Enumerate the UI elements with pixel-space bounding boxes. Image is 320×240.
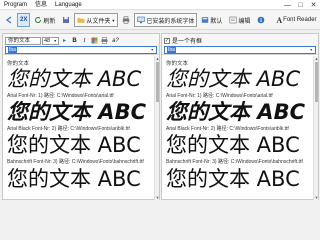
bold-button[interactable]: B	[70, 36, 79, 45]
left-filter-select[interactable]: Iba ▼	[5, 46, 157, 54]
installed-fonts-label: 已安装的系统字体	[146, 18, 195, 25]
print-button[interactable]	[119, 13, 133, 27]
scroll-up-icon[interactable]: ▲	[155, 56, 160, 61]
color-palette-icon	[91, 37, 98, 44]
right-pane-header: ✓ 是一个有框 Iba ▼	[162, 34, 318, 55]
arrow-icon[interactable]: ▸	[60, 36, 69, 45]
sample-preview-3[interactable]: 您的文本 ABC	[7, 134, 141, 156]
menu-info[interactable]: 信息	[31, 0, 51, 10]
right-sample-list: 你的文本 您的文本 ABC Arial Font-Nr: 1) 路径: C:\W…	[162, 56, 318, 200]
chevron-down-icon: ▼	[309, 48, 313, 52]
zoom-2x-button[interactable]: 2X	[17, 13, 31, 27]
scroll-down-icon[interactable]: ▼	[314, 195, 319, 200]
sample-path-3: Bahnschrift Font-Nr: 3) 路径: C:\Windows\F…	[7, 159, 144, 165]
edit-icon	[229, 16, 237, 24]
chevron-down-icon: ▼	[150, 48, 154, 52]
installed-fonts-button[interactable]: 已安装的系统字体	[134, 13, 198, 27]
framed-checkbox-label: 是一个有框	[172, 39, 203, 45]
refresh-label: 刷新	[43, 18, 56, 25]
left-filter-value: Iba	[8, 47, 17, 53]
font-size-select[interactable]: 48 ▼	[42, 36, 59, 45]
menu-program[interactable]: Program	[0, 0, 31, 10]
from-folder-button[interactable]: 从文件夹 ▼	[74, 13, 119, 27]
menu-language[interactable]: Language	[51, 0, 86, 10]
font-size-value: 48	[44, 37, 51, 44]
printer-icon	[123, 16, 130, 24]
left-sample-list: 你的文本 您的文本 ABC Arial Font-Nr: 1) 路径: C:\W…	[3, 56, 159, 200]
checkmark-icon: ✓	[164, 37, 170, 44]
close-button[interactable]: ✕	[307, 0, 320, 10]
install-label: 默认	[210, 18, 223, 25]
edit-button[interactable]: 编辑	[226, 13, 253, 27]
right-filter-value: Iba	[167, 47, 176, 53]
install-icon	[202, 17, 209, 23]
arrow-left-icon	[5, 16, 12, 24]
back-button[interactable]	[2, 13, 16, 27]
sample-path-1: Arial Font-Nr: 1) 路径: C:\Windows\Fonts\a…	[166, 93, 273, 99]
sample-heading: 你的文本	[7, 61, 30, 67]
scroll-thumb[interactable]	[315, 62, 318, 102]
scroll-thumb[interactable]	[156, 62, 159, 102]
printer-icon	[101, 37, 108, 44]
left-font-pane: 你的文本 48 ▼ ▸ B I a? Iba ▼ 你的文本 您的文本 ABC A…	[2, 33, 160, 200]
maximize-button[interactable]: □	[294, 0, 307, 10]
sample-preview-3[interactable]: 您的文本 ABC	[166, 134, 300, 156]
sample-path-2: Arial Black Font-Nr: 2) 路径: C:\Windows\F…	[7, 126, 130, 132]
chevron-down-icon: ▼	[53, 38, 57, 43]
save-button[interactable]	[59, 13, 73, 27]
scroll-up-icon[interactable]: ▲	[314, 56, 319, 61]
framed-checkbox[interactable]: ✓	[164, 37, 170, 44]
scroll-down-icon[interactable]: ▼	[155, 195, 160, 200]
window-controls: — □ ✕	[281, 0, 320, 10]
font-reader-button[interactable]: A Font Reader	[273, 13, 319, 27]
info-button[interactable]	[254, 13, 268, 27]
sample-preview-4[interactable]: 您的文本 ABC	[166, 168, 300, 190]
right-filter-select[interactable]: Iba ▼	[164, 46, 316, 54]
refresh-button[interactable]: 刷新	[31, 13, 58, 27]
chevron-down-icon: ▼	[111, 17, 116, 23]
zoom-label: 2X	[20, 17, 28, 23]
from-folder-label: 从文件夹	[86, 18, 111, 25]
sample-text-input[interactable]: 你的文本	[5, 36, 41, 45]
sample-preview-4[interactable]: 您的文本 ABC	[7, 168, 141, 190]
right-font-pane: ✓ 是一个有框 Iba ▼ 你的文本 您的文本 ABC Arial Font-N…	[161, 33, 319, 200]
sample-preview-1[interactable]: 您的文本 ABC	[166, 68, 300, 90]
italic-button[interactable]: I	[80, 36, 89, 45]
color-button[interactable]	[90, 36, 99, 45]
save-icon	[63, 17, 70, 23]
sample-path-3: Bahnschrift Font-Nr: 3) 路径: C:\Windows\F…	[166, 159, 303, 165]
font-reader-icon: A	[276, 15, 283, 25]
info-icon	[258, 16, 265, 24]
install-button[interactable]: 默认	[198, 13, 225, 27]
print-sample-button[interactable]	[100, 36, 109, 45]
refresh-icon	[35, 16, 42, 23]
font-reader-label: Font Reader	[283, 17, 317, 23]
sample-path-1: Arial Font-Nr: 1) 路径: C:\Windows\Fonts\a…	[7, 93, 114, 99]
right-scrollbar[interactable]: ▲ ▼	[313, 56, 318, 200]
left-scrollbar[interactable]: ▲ ▼	[154, 56, 159, 200]
sample-text-value: 你的文本	[8, 37, 31, 44]
menu-bar: Program 信息 Language — □ ✕	[0, 0, 320, 10]
special-chars-button[interactable]: a?	[110, 36, 121, 45]
minimize-button[interactable]: —	[281, 0, 294, 10]
left-pane-header: 你的文本 48 ▼ ▸ B I a? Iba ▼	[3, 34, 159, 55]
edit-label: 编辑	[238, 18, 251, 25]
sample-preview-2[interactable]: 您的文本 ABC	[7, 101, 146, 123]
toolbar: 2X 刷新 从文件夹 ▼ 已安装的系统字体 默认 编辑 A Font Reade…	[0, 11, 320, 30]
monitor-icon	[137, 16, 146, 24]
folder-icon	[77, 18, 85, 23]
sample-preview-2[interactable]: 您的文本 ABC	[166, 101, 305, 123]
sample-preview-1[interactable]: 您的文本 ABC	[7, 68, 141, 90]
sample-heading: 你的文本	[166, 61, 189, 67]
sample-path-2: Arial Black Font-Nr: 2) 路径: C:\Windows\F…	[166, 126, 289, 132]
